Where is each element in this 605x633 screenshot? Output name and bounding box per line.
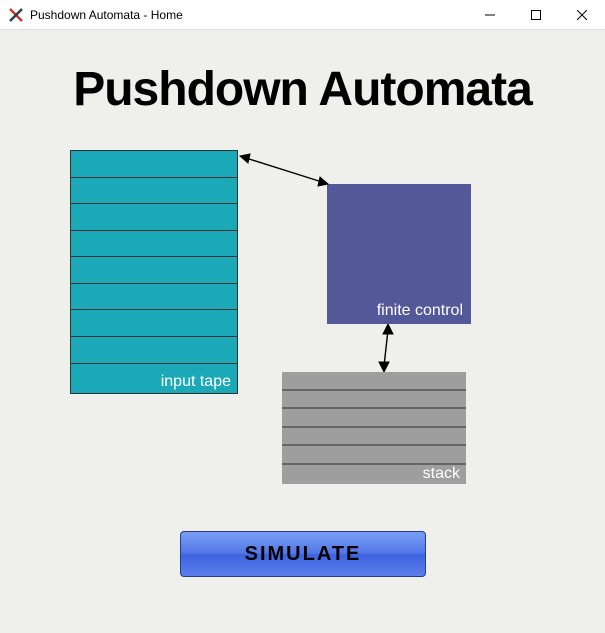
stack-cell (282, 428, 466, 447)
finite-control-label: finite control (377, 302, 463, 320)
titlebar: Pushdown Automata - Home (0, 0, 605, 30)
pda-diagram: input tape finite control stack (0, 150, 605, 530)
tape-cell (71, 178, 237, 205)
window-title: Pushdown Automata - Home (30, 8, 467, 22)
tape-cell (71, 231, 237, 258)
app-icon (8, 7, 24, 23)
maximize-button[interactable] (513, 0, 559, 29)
input-tape-label: input tape (71, 364, 237, 394)
content-area: Pushdown Automata input tape finite cont… (0, 30, 605, 633)
simulate-button-label: SIMULATE (245, 543, 362, 566)
tape-cell (71, 204, 237, 231)
close-button[interactable] (559, 0, 605, 29)
tape-cell (71, 284, 237, 311)
arrow-tape-to-control (238, 150, 330, 190)
arrow-control-to-stack (374, 324, 398, 372)
finite-control-box: finite control (327, 184, 471, 324)
stack-cell (282, 409, 466, 428)
minimize-button[interactable] (467, 0, 513, 29)
stack-label: stack (282, 465, 466, 484)
tape-cell (71, 257, 237, 284)
tape-cell (71, 310, 237, 337)
stack-cell (282, 391, 466, 410)
stack-cell (282, 372, 466, 391)
page-title: Pushdown Automata (0, 62, 605, 117)
input-tape-box: input tape (70, 150, 238, 394)
tape-cell (71, 337, 237, 364)
tape-cell (71, 151, 237, 178)
stack-cell (282, 446, 466, 465)
stack-box: stack (282, 372, 466, 484)
window-controls (467, 0, 605, 29)
simulate-button[interactable]: SIMULATE (180, 531, 426, 577)
